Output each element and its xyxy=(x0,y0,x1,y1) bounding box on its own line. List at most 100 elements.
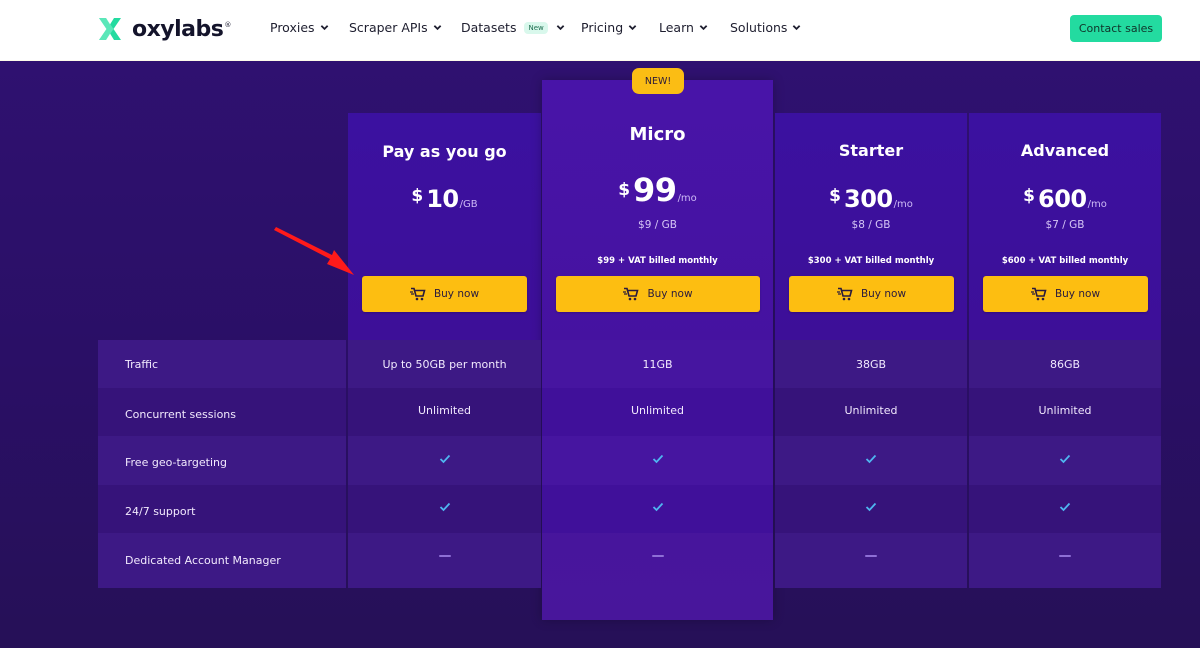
cart-icon xyxy=(1030,287,1047,301)
nav-label: Proxies xyxy=(270,20,315,35)
plan-name: Micro xyxy=(629,124,686,145)
table-row-24-7-support: 24/7 support xyxy=(98,485,1161,533)
logo-text: oxylabs® xyxy=(132,16,231,42)
buy-now-button-starter[interactable]: Buy now xyxy=(789,276,954,312)
billing-note: $99 + VAT billed monthly xyxy=(597,256,718,266)
feature-value-check xyxy=(348,485,541,533)
feature-label: Traffic xyxy=(98,340,346,388)
buy-now-button-micro[interactable]: Buy now xyxy=(556,276,760,312)
price-value: 600 xyxy=(1038,185,1087,213)
feature-value-check xyxy=(542,485,773,533)
feature-value-dash xyxy=(969,533,1161,588)
price-unit: /mo xyxy=(677,193,697,204)
price-currency: $ xyxy=(1023,186,1035,206)
cart-icon xyxy=(409,287,426,301)
nav-item-solutions[interactable]: Solutions xyxy=(730,20,801,35)
registered-mark-icon: ® xyxy=(224,21,231,30)
dash-icon xyxy=(1059,554,1071,557)
feature-value: Unlimited xyxy=(775,388,967,436)
feature-value-dash xyxy=(775,533,967,588)
nav-label: Scraper APIs xyxy=(349,20,428,35)
feature-value-check xyxy=(348,436,541,485)
price-currency: $ xyxy=(829,186,841,206)
new-badge: New xyxy=(524,21,548,34)
price-currency: $ xyxy=(618,180,631,200)
table-row-traffic: Traffic Up to 50GB per month 11GB 38GB 8… xyxy=(98,340,1161,388)
price-value: 300 xyxy=(844,185,893,213)
feature-value: 11GB xyxy=(542,340,773,388)
check-icon xyxy=(1059,454,1071,463)
buy-label: Buy now xyxy=(433,288,480,300)
new-plan-badge: NEW! xyxy=(632,68,684,94)
chevron-down-icon xyxy=(699,25,708,31)
chevron-down-icon xyxy=(320,25,328,31)
nav-item-proxies[interactable]: Proxies xyxy=(270,20,329,35)
oxylabs-logo[interactable]: oxylabs® xyxy=(97,15,231,43)
check-icon xyxy=(865,502,877,512)
plan-name: Starter xyxy=(838,141,904,160)
dash-icon xyxy=(438,554,451,557)
chevron-down-icon xyxy=(628,25,637,31)
check-icon xyxy=(652,502,663,512)
nav-label: Solutions xyxy=(730,20,788,35)
price-unit: /mo xyxy=(1087,199,1107,210)
nav-label: Learn xyxy=(659,20,694,35)
price-currency: $ xyxy=(411,186,424,206)
table-row-concurrent-sessions: Concurrent sessions Unlimited Unlimited … xyxy=(98,388,1161,436)
buy-label: Buy now xyxy=(860,288,907,300)
check-icon xyxy=(865,454,877,463)
feature-value-check xyxy=(542,436,773,485)
price-unit: /GB xyxy=(459,199,478,210)
plan-price: $ 10 /GB xyxy=(348,185,541,213)
feature-value: Unlimited xyxy=(348,388,541,436)
feature-value-check xyxy=(775,436,967,485)
plan-price: $ 600 /mo xyxy=(969,185,1161,213)
dash-icon xyxy=(865,554,877,557)
price-value: 99 xyxy=(633,171,677,209)
cart-icon xyxy=(836,287,853,301)
billing-note: $300 + VAT billed monthly xyxy=(807,256,935,266)
check-icon xyxy=(652,454,663,463)
buy-label: Buy now xyxy=(647,288,693,300)
feature-value: 38GB xyxy=(775,340,967,388)
buy-label: Buy now xyxy=(1054,288,1101,300)
chevron-down-icon xyxy=(556,25,565,31)
dash-icon xyxy=(651,554,664,557)
buy-now-button-advanced[interactable]: Buy now xyxy=(983,276,1148,312)
feature-label: 24/7 support xyxy=(98,485,346,533)
feature-value-check xyxy=(969,436,1161,485)
price-unit: /mo xyxy=(893,199,913,210)
feature-value-dash xyxy=(348,533,541,588)
nav-item-learn[interactable]: Learn xyxy=(659,20,708,35)
feature-value: Up to 50GB per month xyxy=(348,340,541,388)
nav-item-pricing[interactable]: Pricing xyxy=(581,20,637,35)
table-row-dedicated-account-manager: Dedicated Account Manager xyxy=(98,533,1161,588)
red-arrow-icon xyxy=(274,227,354,275)
billing-note: $600 + VAT billed monthly xyxy=(1001,256,1129,266)
feature-value: Unlimited xyxy=(969,388,1161,436)
buy-now-button-pay-as-you-go[interactable]: Buy now xyxy=(362,276,527,312)
plan-name: Pay as you go xyxy=(382,142,507,161)
feature-value-dash xyxy=(542,533,773,588)
check-icon xyxy=(439,502,450,512)
plan-price: $ 300 /mo xyxy=(775,185,967,213)
cart-icon xyxy=(623,287,640,301)
contact-sales-button[interactable]: Contact sales xyxy=(1070,15,1162,42)
top-navigation-bar: oxylabs® Proxies Scraper APIs Datasets N… xyxy=(0,0,1200,61)
feature-label: Free geo-targeting xyxy=(98,436,346,485)
oxylabs-x-logo-icon xyxy=(99,18,121,40)
nav-item-scraper-apis[interactable]: Scraper APIs xyxy=(349,20,442,35)
price-value: 10 xyxy=(426,185,459,213)
check-icon xyxy=(1059,502,1071,512)
chevron-down-icon xyxy=(793,25,801,31)
feature-value: 86GB xyxy=(969,340,1161,388)
price-per-gb: $9 / GB xyxy=(638,219,677,231)
nav-item-datasets[interactable]: Datasets New xyxy=(461,20,565,35)
feature-value-check xyxy=(775,485,967,533)
check-icon xyxy=(439,454,450,463)
nav-label: Datasets xyxy=(461,20,517,35)
feature-value: Unlimited xyxy=(542,388,773,436)
price-per-gb: $7 / GB xyxy=(1045,219,1085,231)
feature-label: Concurrent sessions xyxy=(98,388,346,436)
feature-value-check xyxy=(969,485,1161,533)
